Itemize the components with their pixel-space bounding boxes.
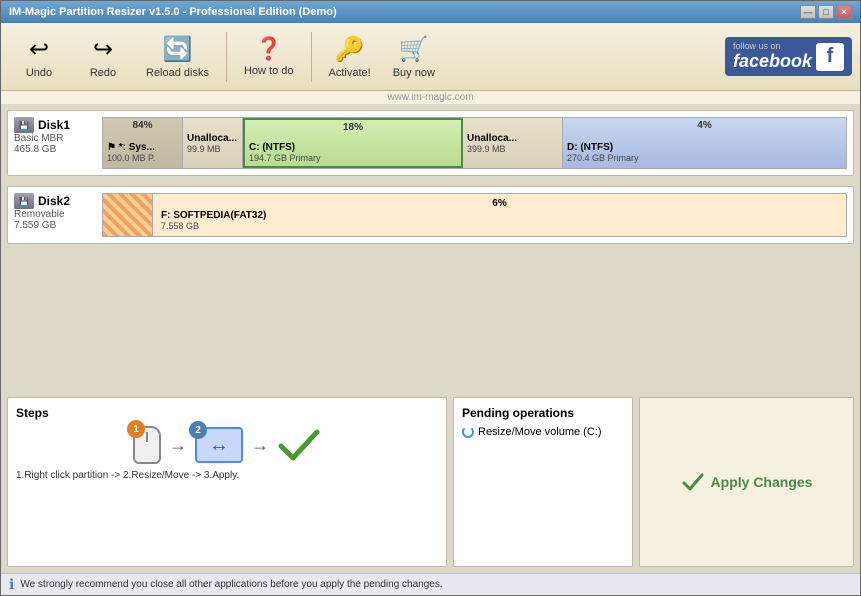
redo-button[interactable]: ↪ Redo (73, 29, 133, 85)
infobar-message: We strongly recommend you close all othe… (20, 579, 442, 590)
disk1-type: Basic MBR (14, 133, 94, 144)
minimize-button[interactable]: — (800, 5, 816, 19)
arrow1: → (169, 435, 187, 456)
redo-icon: ↪ (93, 35, 113, 64)
facebook-badge[interactable]: follow us on facebook f (725, 37, 852, 76)
buynow-button[interactable]: 🛒 Buy now (384, 29, 444, 85)
unalloc2-label: Unalloca... (467, 133, 558, 144)
d-label: D: (NTFS) (567, 142, 842, 153)
disk1-info: 💾 Disk1 Basic MBR 465.8 GB (14, 117, 94, 155)
disk2-icon: 💾 (14, 193, 34, 209)
sys-label: ⚑ *: Sys... (107, 142, 178, 153)
disk1-icon: 💾 (14, 117, 34, 133)
sys-sublabel: 100.0 MB P. (107, 153, 178, 163)
apply-label: Apply Changes (711, 474, 813, 490)
steps-panel: Steps 1 → 2 ↔ → (7, 397, 447, 567)
activate-icon: 🔑 (335, 35, 365, 64)
f-sublabel: 7.558 GB (161, 221, 266, 231)
partition-sys[interactable]: 84% ⚑ *: Sys... 100.0 MB P. (103, 118, 183, 168)
facebook-icon: f (816, 43, 844, 71)
disk1-label: 💾 Disk1 (14, 117, 94, 133)
window-title: IM-Magic Partition Resizer v1.5.0 - Prof… (9, 6, 337, 18)
f-label: F: SOFTPEDIA(FAT32) (161, 210, 266, 221)
apply-check-icon (681, 470, 705, 494)
disk2-size: 7.559 GB (14, 220, 94, 231)
reload-icon: 🔄 (163, 35, 193, 64)
step1-badge: 1 (127, 420, 145, 438)
buynow-label: Buy now (393, 67, 435, 79)
d-percent: 4% (697, 120, 711, 131)
pending-title: Pending operations (462, 406, 624, 420)
pending-item-text: Resize/Move volume (C:) (478, 426, 601, 438)
step1-icon: 1 (133, 426, 161, 464)
unalloc1-sublabel: 99.9 MB (187, 144, 238, 154)
c-sublabel: 194.7 GB Primary (249, 153, 457, 163)
maximize-button[interactable]: □ (818, 5, 834, 19)
partition-unalloc2[interactable]: Unalloca... 399.9 MB (463, 118, 563, 168)
partition-c[interactable]: 18% C: (NTFS) 194.7 GB Primary (243, 118, 463, 168)
separator-2 (311, 32, 312, 82)
d-sublabel: 270.4 GB Primary (567, 153, 842, 163)
activate-button[interactable]: 🔑 Activate! (320, 29, 380, 85)
unalloc1-label: Unalloca... (187, 133, 238, 144)
pending-item-0: Resize/Move volume (C:) (462, 426, 624, 438)
partition-f-main[interactable]: 6% F: SOFTPEDIA(FAT32) 7.558 GB (153, 194, 846, 236)
arrow2: → (251, 435, 269, 456)
disk1-panel: 💾 Disk1 Basic MBR 465.8 GB 84% ⚑ *: Sys.… (7, 110, 854, 176)
partition-f-stripe[interactable] (103, 194, 153, 236)
disk2-panel: 💾 Disk2 Removable 7.559 GB 6% F: SOFTPED… (7, 186, 854, 244)
main-spacer (7, 254, 854, 393)
disk2-partition-bar: 6% F: SOFTPEDIA(FAT32) 7.558 GB (102, 193, 847, 237)
sys-percent: 84% (132, 120, 152, 131)
disk2-info: 💾 Disk2 Removable 7.559 GB (14, 193, 94, 231)
window-controls[interactable]: — □ ✕ (800, 5, 852, 19)
bottom-wrapper: Steps 1 → 2 ↔ → (7, 397, 854, 567)
fb-name-text: facebook (733, 51, 812, 72)
reload-button[interactable]: 🔄 Reload disks (137, 29, 218, 85)
partition-unalloc1[interactable]: Unalloca... 99.9 MB (183, 118, 243, 168)
undo-label: Undo (26, 67, 52, 79)
apply-panel: Apply Changes (639, 397, 854, 567)
toolbar: ↩ Undo ↪ Redo 🔄 Reload disks ❓ How to do… (1, 23, 860, 91)
c-percent: 18% (343, 122, 363, 133)
redo-label: Redo (90, 67, 116, 79)
disk2-label: 💾 Disk2 (14, 193, 94, 209)
pending-panel: Pending operations Resize/Move volume (C… (453, 397, 633, 567)
steps-description: 1.Right click partition -> 2.Resize/Move… (16, 470, 438, 481)
disk1-size: 465.8 GB (14, 144, 94, 155)
disk1-partition-bar: 84% ⚑ *: Sys... 100.0 MB P. Unalloca... … (102, 117, 847, 169)
watermark: www.im-magic.com (1, 91, 860, 104)
disk1-header: 💾 Disk1 Basic MBR 465.8 GB 84% ⚑ *: Sys.… (14, 117, 847, 169)
step2-icon: 2 ↔ (195, 427, 243, 463)
fb-follow-text: follow us on (733, 41, 812, 51)
undo-icon: ↩ (29, 35, 49, 64)
apply-changes-button[interactable]: Apply Changes (665, 460, 829, 504)
help-icon: ❓ (255, 36, 282, 62)
unalloc2-sublabel: 399.9 MB (467, 144, 558, 154)
step3-icon (277, 426, 321, 464)
howto-button[interactable]: ❓ How to do (235, 29, 303, 85)
content-area: 💾 Disk1 Basic MBR 465.8 GB 84% ⚑ *: Sys.… (1, 104, 860, 573)
spinner-icon (462, 426, 474, 438)
separator-1 (226, 32, 227, 82)
steps-title: Steps (16, 406, 438, 420)
cart-icon: 🛒 (399, 35, 429, 64)
info-bar: ℹ We strongly recommend you close all ot… (1, 573, 860, 595)
step2-badge: 2 (189, 421, 207, 439)
partition-d[interactable]: 4% D: (NTFS) 270.4 GB Primary (563, 118, 846, 168)
steps-visual: 1 → 2 ↔ → (16, 426, 438, 464)
undo-button[interactable]: ↩ Undo (9, 29, 69, 85)
checkmark-icon (277, 426, 321, 464)
c-label: C: (NTFS) (249, 142, 457, 153)
disk2-type: Removable (14, 209, 94, 220)
info-icon: ℹ (9, 576, 14, 593)
reload-label: Reload disks (146, 67, 209, 79)
activate-label: Activate! (329, 67, 371, 79)
title-bar: IM-Magic Partition Resizer v1.5.0 - Prof… (1, 1, 860, 23)
disk2-header: 💾 Disk2 Removable 7.559 GB 6% F: SOFTPED… (14, 193, 847, 237)
close-button[interactable]: ✕ (836, 5, 852, 19)
howto-label: How to do (244, 65, 294, 77)
